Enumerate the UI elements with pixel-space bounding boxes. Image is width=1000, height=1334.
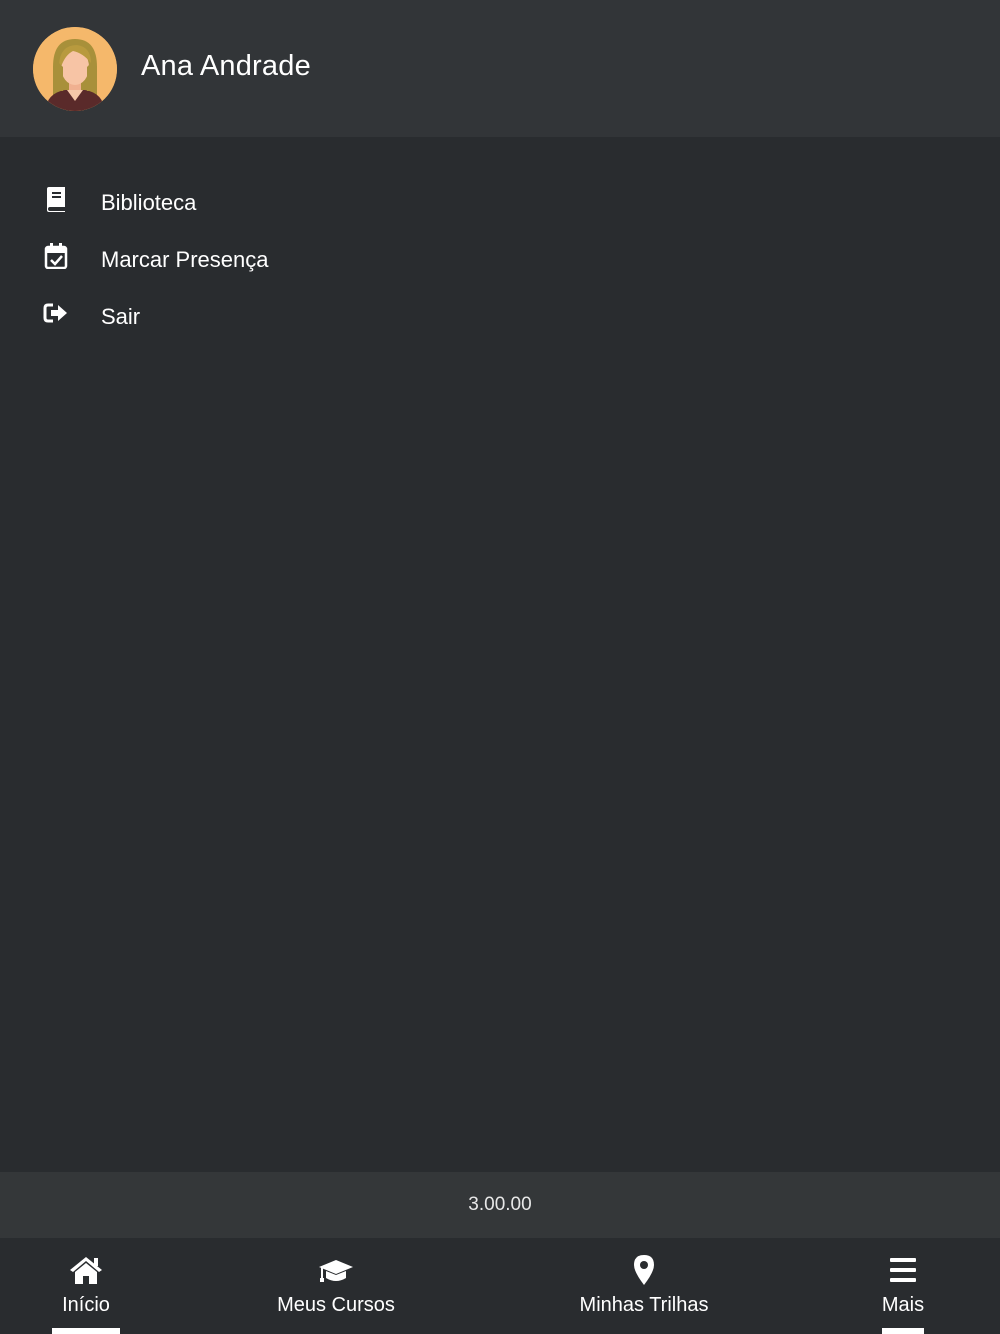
profile-header: Ana Andrade [0,0,1000,137]
menu-item-label: Biblioteca [101,190,197,215]
tab-label: Minhas Trilhas [579,1294,709,1316]
avatar[interactable] [33,27,117,111]
sign-out-icon [43,300,69,326]
tab-label: Mais [881,1294,925,1316]
menu-item-label: Sair [101,304,141,329]
calendar-check-icon [43,243,69,270]
tab-inicio[interactable]: Início [26,1238,146,1334]
menu-item-sair[interactable]: Sair [0,286,1000,343]
menu-bars-icon [885,1254,921,1286]
side-menu: Biblioteca Marcar Presença Sair [0,172,1000,343]
tab-label: Meus Cursos [277,1294,395,1316]
menu-item-biblioteca[interactable]: Biblioteca [0,172,1000,229]
active-tab-indicator [882,1328,924,1334]
home-icon [68,1254,104,1286]
menu-item-label: Marcar Presença [101,247,269,272]
tab-meus-cursos[interactable]: Meus Cursos [261,1238,411,1334]
graduation-cap-icon [318,1254,354,1286]
female-user-avatar-icon [33,27,117,111]
active-tab-indicator [52,1328,120,1334]
tab-mais[interactable]: Mais [858,1238,948,1334]
menu-item-marcar-presenca[interactable]: Marcar Presença [0,229,1000,286]
app-version: 3.00.00 [0,1172,1000,1238]
tab-label: Início [62,1294,110,1316]
user-name: Ana Andrade [141,50,311,82]
book-icon [43,186,69,212]
map-pin-icon [626,1254,662,1286]
tab-minhas-trilhas[interactable]: Minhas Trilhas [564,1238,724,1334]
bottom-navigation: Início Meus Cursos Minhas Trilhas Mais [0,1238,1000,1334]
